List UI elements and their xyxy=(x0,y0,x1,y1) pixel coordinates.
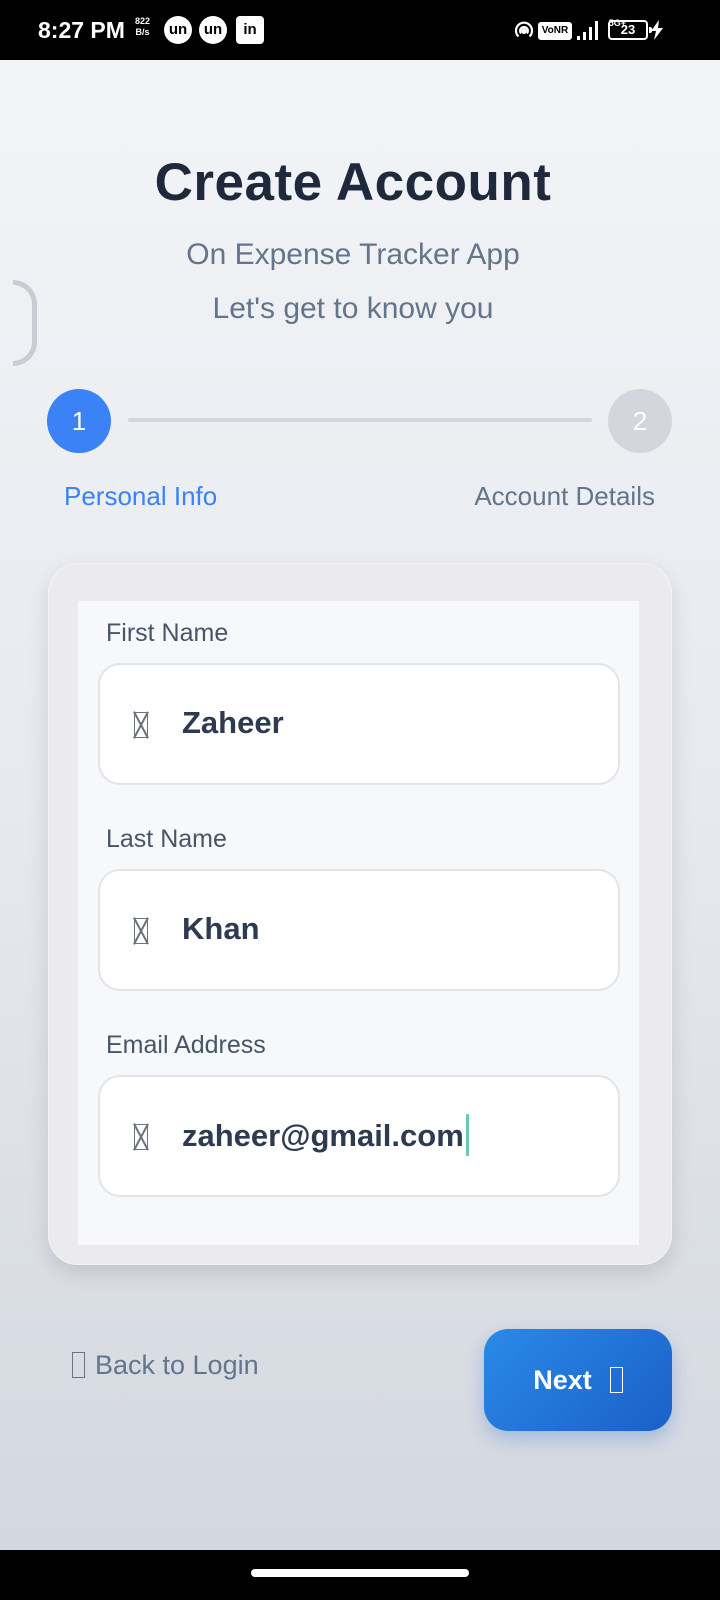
back-to-login-label: Back to Login xyxy=(95,1350,259,1380)
subtitle-app-name: On Expense Tracker App xyxy=(186,238,520,271)
first-name-field[interactable]: Zaheer xyxy=(98,663,620,785)
last-name-value: Khan xyxy=(182,911,260,946)
linkedin-icon: in xyxy=(236,16,264,44)
email-label: Email Address xyxy=(106,1031,266,1059)
form-card-body: First Name Zaheer Last Name Khan Email A… xyxy=(78,601,639,1245)
email-value-wrap: zaheer@gmail.com xyxy=(182,1114,469,1159)
page-title: Create Account xyxy=(154,153,552,212)
step-1-label: Personal Info xyxy=(64,481,218,511)
status-time: 8:27 PM xyxy=(38,17,125,43)
arrow-left-icon xyxy=(72,1351,85,1378)
status-bar: 8:27 PM 822 B/s un un in VoNR 5G+ 23 xyxy=(0,0,720,60)
next-button[interactable]: Next xyxy=(484,1329,672,1431)
user-icon xyxy=(134,918,148,944)
email-field[interactable]: zaheer@gmail.com xyxy=(98,1075,620,1197)
last-name-field[interactable]: Khan xyxy=(98,869,620,991)
app-content: Create Account On Expense Tracker App Le… xyxy=(0,60,720,1550)
notification-app-icon: un xyxy=(164,16,192,44)
email-icon xyxy=(134,1124,148,1150)
text-cursor xyxy=(465,1114,469,1156)
form-card: First Name Zaheer Last Name Khan Email A… xyxy=(48,563,672,1265)
network-speed-value: 822 xyxy=(135,16,151,26)
notification-app-icon: un xyxy=(199,16,227,44)
user-icon xyxy=(134,712,148,738)
step-2-label: Account Details xyxy=(474,481,655,511)
signal-icon xyxy=(577,21,598,40)
arrow-right-icon xyxy=(609,1366,623,1393)
step-1-indicator: 1 xyxy=(47,389,111,453)
charging-icon xyxy=(651,20,663,40)
hotspot-icon xyxy=(514,21,534,38)
navigation-bar xyxy=(0,1550,720,1600)
next-button-label: Next xyxy=(533,1365,592,1395)
screen: 8:27 PM 822 B/s un un in VoNR 5G+ 23 Cre… xyxy=(0,0,720,1600)
back-to-login-link[interactable]: Back to Login xyxy=(72,1350,259,1381)
last-name-label: Last Name xyxy=(106,825,227,853)
first-name-label: First Name xyxy=(106,619,229,647)
vonr-badge: VoNR xyxy=(538,22,572,40)
step-connector xyxy=(128,418,592,422)
email-value: zaheer@gmail.com xyxy=(182,1118,464,1154)
subtitle-intro: Let's get to know you xyxy=(212,292,494,325)
network-speed-unit: B/s xyxy=(135,27,150,37)
step-2-indicator: 2 xyxy=(608,389,672,453)
battery-icon: 23 xyxy=(608,20,652,40)
first-name-value: Zaheer xyxy=(182,705,284,740)
home-indicator[interactable] xyxy=(251,1569,469,1577)
network-speed: 822 B/s xyxy=(135,16,150,38)
